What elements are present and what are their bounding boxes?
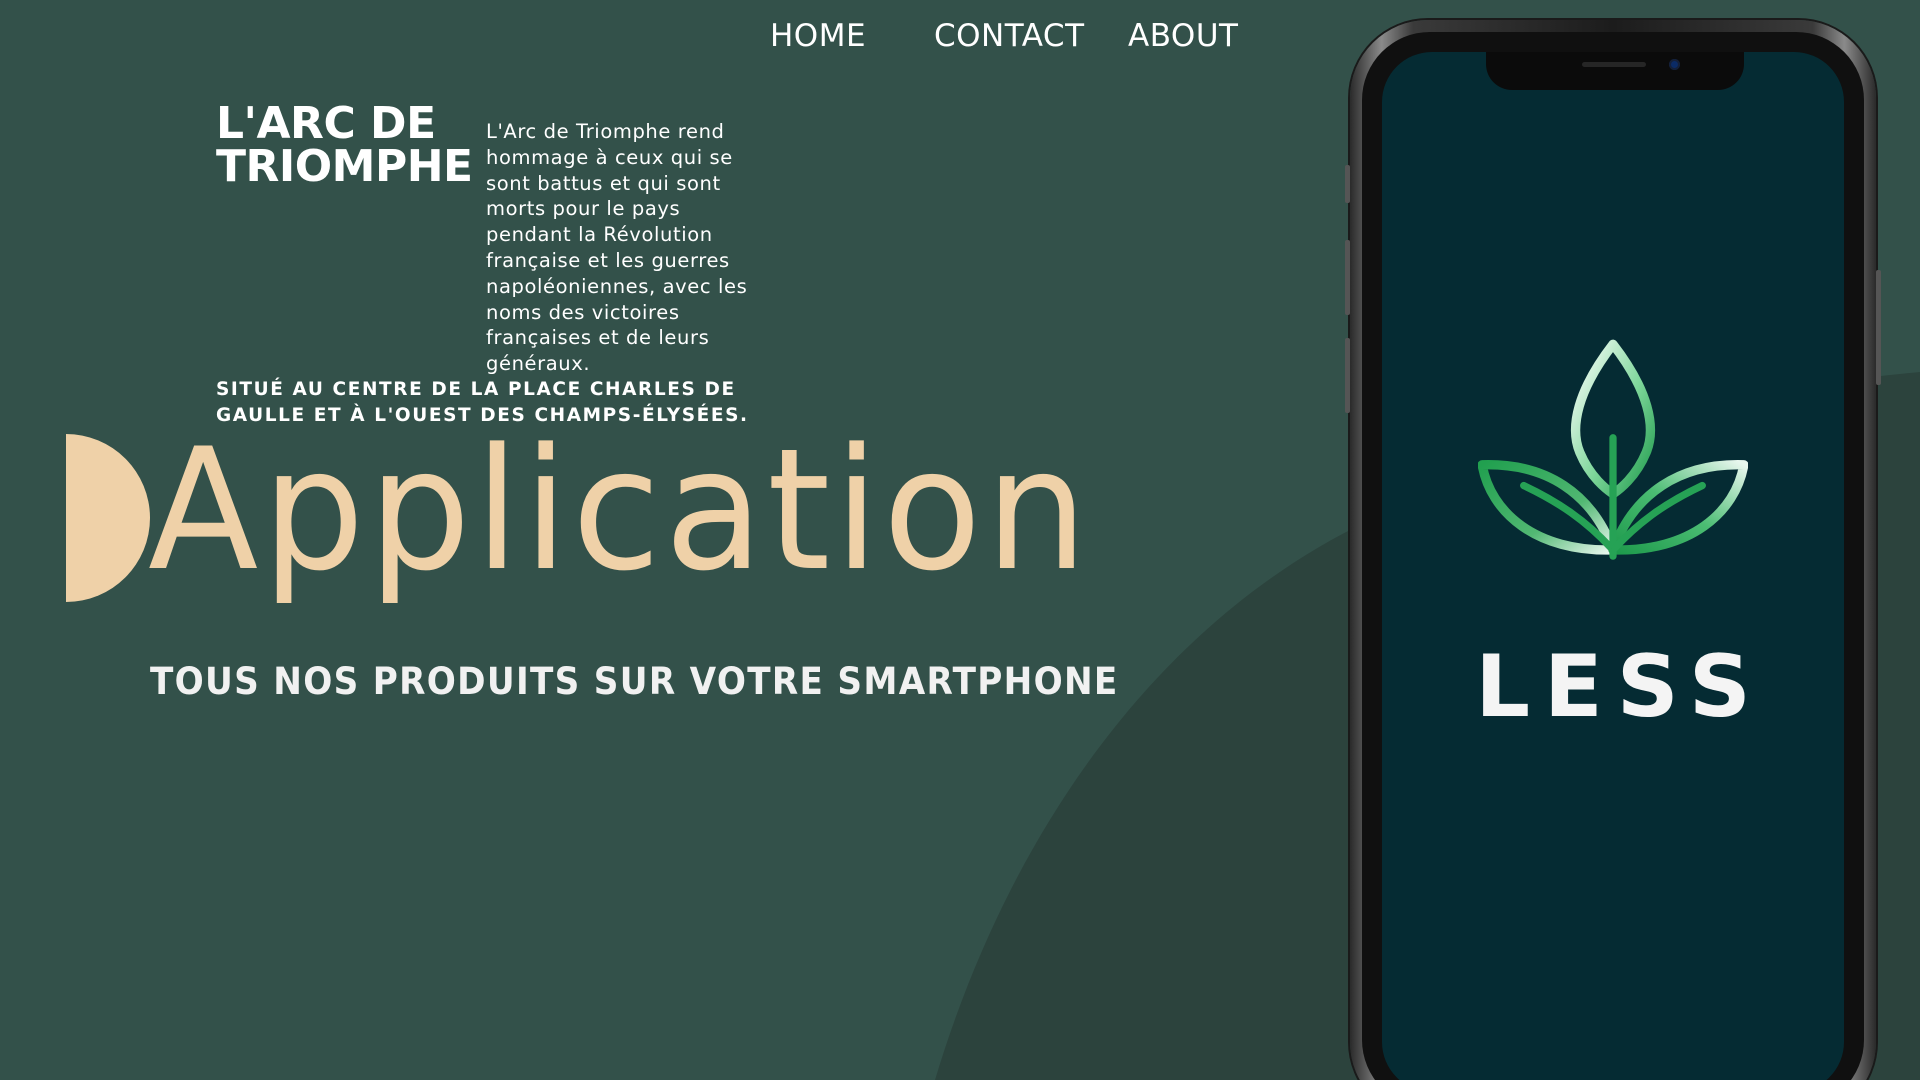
application-heading: Application [148,412,1092,608]
phone-power-button [1876,270,1881,385]
leaf-logo-icon [1478,339,1748,560]
nav-home-link[interactable]: HOME [770,18,866,54]
hero-title: L'ARC DE TRIOMPHE [216,98,473,192]
smartphone-mockup: LESS [1345,20,1881,1080]
top-nav: HOME CONTACT ABOUT [0,18,1300,62]
brand-name: LESS [1475,637,1765,737]
hero-description: L'Arc de Triomphe rend hommage à ceux qu… [486,120,748,376]
nav-about-link[interactable]: ABOUT [1128,18,1238,54]
phone-volume-up-button [1345,240,1350,315]
phone-silent-switch [1345,165,1350,203]
camera-icon [1669,59,1680,70]
landing-page: HOME CONTACT ABOUT L'ARC DE TRIOMPHE L'A… [0,0,1920,1080]
tagline: TOUS NOS PRODUITS SUR VOTRE SMARTPHONE [150,660,1119,703]
nav-contact-link[interactable]: CONTACT [934,18,1085,54]
phone-screen: LESS [1382,52,1844,1080]
speaker-grille [1582,62,1646,67]
phone-volume-down-button [1345,338,1350,413]
phone-notch [1486,52,1744,90]
